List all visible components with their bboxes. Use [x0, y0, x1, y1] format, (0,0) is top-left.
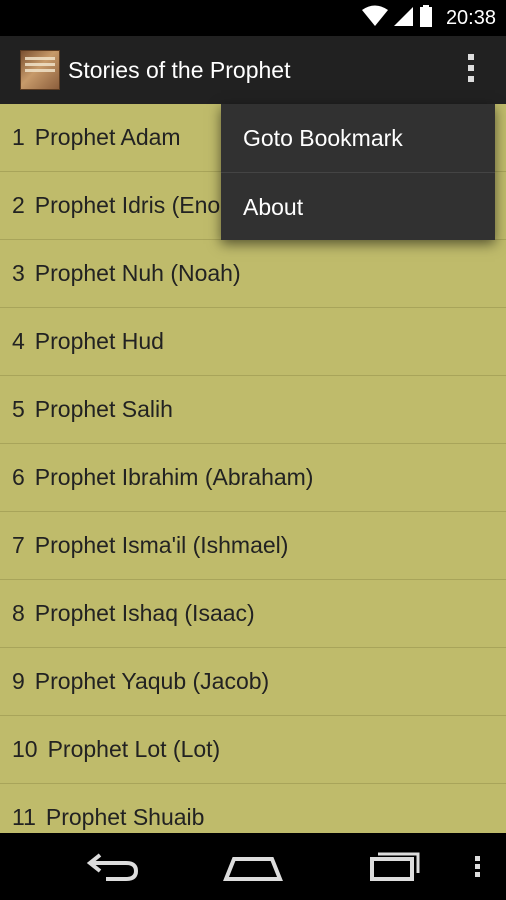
item-number: 9 — [12, 668, 25, 694]
item-label: Prophet Hud — [34, 328, 164, 354]
item-number: 10 — [12, 736, 38, 762]
menu-item-goto-bookmark[interactable]: Goto Bookmark — [221, 104, 495, 172]
list-item[interactable]: 7 Prophet Isma'il (Ishmael) — [0, 512, 506, 580]
list-item[interactable]: 5 Prophet Salih — [0, 376, 506, 444]
list-item[interactable]: 11 Prophet Shuaib — [0, 784, 506, 833]
status-time: 20:38 — [445, 6, 496, 29]
item-label: Prophet Ishaq (Isaac) — [34, 600, 255, 626]
status-icons: 20:38 — [361, 0, 496, 36]
home-icon[interactable] — [222, 845, 284, 890]
item-number: 7 — [12, 532, 25, 558]
item-number: 4 — [12, 328, 25, 354]
overflow-menu-button[interactable] — [456, 53, 486, 88]
list-item[interactable]: 4 Prophet Hud — [0, 308, 506, 376]
back-icon[interactable] — [86, 845, 142, 890]
battery-icon — [419, 4, 432, 32]
item-label: Prophet Adam — [34, 124, 181, 150]
item-label: Prophet Ibrahim (Abraham) — [34, 464, 314, 490]
wifi-icon — [361, 5, 388, 32]
list-item[interactable]: 9 Prophet Yaqub (Jacob) — [0, 648, 506, 716]
action-bar: Stories of the Prophet — [0, 36, 506, 104]
overflow-menu-popup: Goto Bookmark About — [221, 104, 495, 240]
cell-signal-icon — [393, 5, 414, 32]
item-number: 8 — [12, 600, 25, 626]
item-number: 6 — [12, 464, 25, 490]
recent-apps-icon[interactable] — [368, 845, 424, 890]
app-title: Stories of the Prophet — [68, 57, 291, 83]
list-item[interactable]: 8 Prophet Ishaq (Isaac) — [0, 580, 506, 648]
item-number: 1 — [12, 124, 25, 150]
item-number: 11 — [12, 804, 36, 830]
item-label: Prophet Isma'il (Ishmael) — [34, 532, 289, 558]
menu-item-about[interactable]: About — [221, 172, 495, 240]
item-label: Prophet Salih — [34, 396, 173, 422]
item-label: Prophet Nuh (Noah) — [34, 260, 241, 286]
item-number: 3 — [12, 260, 25, 286]
menu-icon[interactable] — [474, 855, 482, 884]
item-number: 2 — [12, 192, 25, 218]
more-vert-icon — [467, 53, 475, 88]
item-number: 5 — [12, 396, 25, 422]
navigation-bar — [0, 833, 506, 900]
list-item[interactable]: 3 Prophet Nuh (Noah) — [0, 240, 506, 308]
list-item[interactable]: 10 Prophet Lot (Lot) — [0, 716, 506, 784]
list-item[interactable]: 6 Prophet Ibrahim (Abraham) — [0, 444, 506, 512]
item-label: Prophet Lot (Lot) — [47, 736, 221, 762]
app-icon[interactable] — [20, 50, 60, 90]
item-label: Prophet Idris (Enoch) — [34, 192, 253, 218]
status-bar: 20:38 — [0, 0, 506, 36]
item-label: Prophet Yaqub (Jacob) — [34, 668, 270, 694]
item-label: Prophet Shuaib — [45, 804, 205, 830]
